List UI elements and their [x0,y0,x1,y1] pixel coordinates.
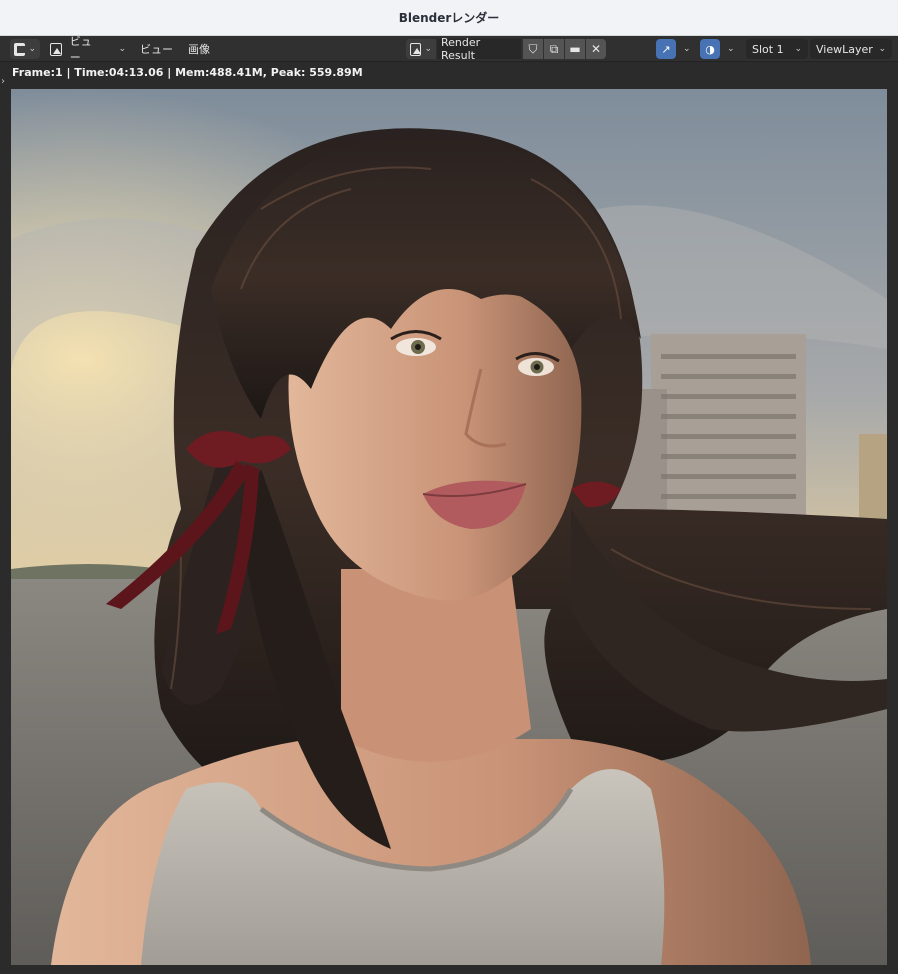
gizmo-dropdown[interactable]: ⌄ [676,39,694,59]
menu-view-label: ビュー [140,43,173,56]
menu-view[interactable]: ビュー [136,39,177,59]
gizmo-toggle[interactable]: ↗ [656,39,676,59]
unlink-image-button[interactable]: ✕ [586,39,606,59]
image-editor-header: ⌄ ビュー ⌄ ビュー 画像 ⌄ Render Result ⛉ ⧉ ▬ ✕ ↗… [0,35,898,64]
chevron-down-icon: ⌄ [794,44,802,54]
editor-type-dropdown[interactable]: ⌄ [10,39,40,59]
sidebar-toggle-icon[interactable]: › [1,76,5,87]
bottom-bar [0,966,898,974]
image-name-field[interactable]: Render Result [437,36,521,62]
view-layer-dropdown[interactable]: ViewLayer ⌄ [810,39,892,59]
render-stats: Frame:1 | Time:04:13.06 | Mem:488.41M, P… [12,66,363,79]
fake-user-shield-icon: ⛉ [528,41,538,56]
render-image [11,89,887,965]
window-titlebar: Blenderレンダー [0,0,898,36]
chevron-down-icon: ⌄ [424,44,432,54]
view-mode-dropdown[interactable]: ビュー ⌄ [46,35,130,64]
duplicate-icon: ⧉ [549,41,559,56]
chevron-down-icon: ⌄ [727,44,735,54]
menu-image-label: 画像 [188,43,210,56]
browse-image-button[interactable]: ⌄ [406,39,436,59]
overlay-dropdown[interactable]: ⌄ [720,39,738,59]
duplicate-button[interactable]: ⧉ [544,39,564,59]
chevron-down-icon: ⌄ [683,44,691,54]
overlay-icon: ◑ [705,42,715,56]
image-browse-icon [410,42,422,56]
view-layer-label: ViewLayer [816,42,873,56]
view-mode-label: ビュー [69,35,92,64]
chevron-down-icon: ⌄ [118,44,126,54]
image-name-text: Render Result [441,36,481,62]
window-title: Blenderレンダー [398,11,500,25]
fake-user-button[interactable]: ⛉ [523,39,543,59]
slot-dropdown[interactable]: Slot 1 ⌄ [746,39,808,59]
view-mode-icon [50,42,62,56]
slot-label: Slot 1 [752,42,784,56]
menu-image[interactable]: 画像 [184,39,214,59]
chevron-down-icon: ⌄ [878,44,886,54]
chevron-down-icon: ⌄ [28,44,36,54]
overlay-toggle[interactable]: ◑ [700,39,720,59]
image-editor-icon [14,42,27,56]
folder-icon: ▬ [569,42,581,56]
close-icon: ✕ [590,42,602,56]
render-result-canvas[interactable] [11,89,887,965]
open-image-button[interactable]: ▬ [565,39,585,59]
gizmo-icon: ↗ [661,42,671,56]
